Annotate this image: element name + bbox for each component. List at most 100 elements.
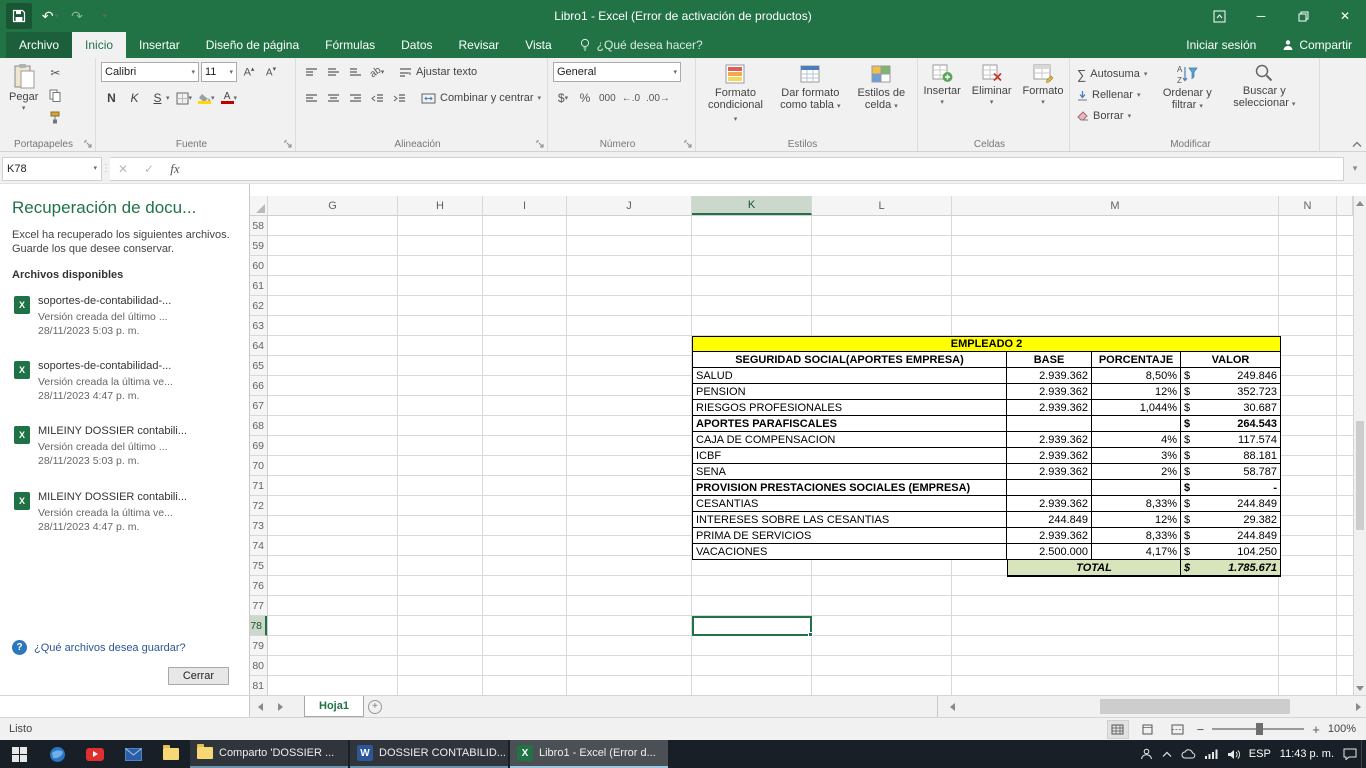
table-cell[interactable]: 1,044%: [1092, 400, 1181, 416]
table-cell[interactable]: 8,50%: [1092, 368, 1181, 384]
table-cell[interactable]: 3%: [1092, 448, 1181, 464]
row-header-60[interactable]: 60: [250, 256, 267, 276]
ribbon-display-options-button[interactable]: [1198, 0, 1240, 32]
start-button[interactable]: [0, 740, 38, 768]
table-cell[interactable]: INTERESES SOBRE LAS CESANTIAS: [692, 512, 1007, 528]
cell-grid[interactable]: EMPLEADO 2 SEGURIDAD SOCIAL(APORTES EMPRE…: [268, 216, 1353, 695]
recovery-file-item[interactable]: Xsoportes-de-contabilidad-... Versión cre…: [12, 356, 237, 407]
copy-button[interactable]: [45, 85, 65, 105]
tab-insertar[interactable]: Insertar: [126, 32, 193, 58]
scroll-up-arrow[interactable]: [1354, 196, 1366, 210]
clock[interactable]: 11:43 p. m.: [1280, 748, 1334, 760]
table-cell[interactable]: [1092, 480, 1181, 496]
enter-button[interactable]: ✓: [136, 156, 162, 181]
table-cell[interactable]: PRIMA DE SERVICIOS: [692, 528, 1007, 544]
table-cell[interactable]: VALOR: [1181, 352, 1281, 368]
table-cell[interactable]: $1.785.671: [1181, 560, 1281, 577]
which-files-link[interactable]: ? ¿Qué archivos desea guardar?: [12, 636, 237, 659]
fill-button[interactable]: Rellenar ▾: [1075, 85, 1149, 105]
table-cell[interactable]: 2.939.362: [1007, 384, 1092, 400]
accounting-format-button[interactable]: $ ▾: [553, 88, 573, 108]
taskbar-app-excel[interactable]: X Libro1 - Excel (Error d...: [510, 740, 668, 768]
table-cell[interactable]: 2.939.362: [1007, 368, 1092, 384]
table-cell[interactable]: 2.939.362: [1007, 528, 1092, 544]
action-center-icon[interactable]: [1343, 748, 1357, 760]
paste-button[interactable]: Pegar ▾: [5, 61, 42, 135]
align-middle-button[interactable]: [323, 62, 343, 82]
recovery-file-item[interactable]: X MILEINY DOSSIER contabili... Versión cre…: [12, 421, 237, 472]
close-button[interactable]: ✕: [1324, 0, 1366, 32]
tab-scroll-splitter[interactable]: [937, 696, 944, 717]
scroll-left-arrow[interactable]: [944, 696, 960, 717]
dialog-launcher-icon[interactable]: [83, 139, 93, 149]
row-header-66[interactable]: 66: [250, 376, 267, 396]
zoom-level[interactable]: 100%: [1328, 723, 1356, 735]
onedrive-cloud-icon[interactable]: [1181, 749, 1196, 759]
horizontal-scrollbar[interactable]: [960, 696, 1350, 717]
find-select-button[interactable]: Buscar y seleccionar ▾: [1225, 61, 1303, 135]
align-top-button[interactable]: [301, 62, 321, 82]
browser-icon[interactable]: [38, 740, 76, 768]
show-desktop-button[interactable]: [1361, 740, 1366, 768]
table-cell[interactable]: TOTAL: [1007, 560, 1181, 577]
table-cell[interactable]: $88.181: [1181, 448, 1281, 464]
column-header-i[interactable]: I: [483, 196, 567, 215]
align-left-button[interactable]: [301, 88, 321, 108]
table-cell[interactable]: $ -: [1181, 480, 1281, 496]
taskbar-app-folder[interactable]: Comparto 'DOSSIER ...: [190, 740, 348, 768]
row-header-75[interactable]: 75: [250, 556, 267, 576]
increase-indent-button[interactable]: [389, 88, 409, 108]
undo-button[interactable]: ↶ ▾: [37, 3, 63, 29]
row-header-72[interactable]: 72: [250, 496, 267, 516]
table-cell[interactable]: $104.250: [1181, 544, 1281, 560]
column-header-l[interactable]: L: [812, 196, 952, 215]
customize-quick-access-button[interactable]: ▾: [91, 3, 117, 29]
row-header-58[interactable]: 58: [250, 216, 267, 236]
table-cell[interactable]: [1092, 416, 1181, 432]
volume-icon[interactable]: [1227, 749, 1240, 760]
column-header-h[interactable]: H: [398, 196, 483, 215]
insert-function-button[interactable]: fx: [162, 156, 188, 181]
vertical-scrollbar[interactable]: [1353, 196, 1366, 695]
dialog-launcher-icon[interactable]: [283, 139, 293, 149]
language-indicator[interactable]: ESP: [1249, 748, 1271, 760]
network-icon[interactable]: [1204, 749, 1218, 759]
orientation-button[interactable]: ab ▾: [367, 62, 387, 82]
scroll-right-arrow[interactable]: [1350, 696, 1366, 717]
table-cell[interactable]: 2.939.362: [1007, 464, 1092, 480]
autosum-button[interactable]: ∑ Autosuma ▾: [1075, 64, 1149, 84]
name-box-splitter[interactable]: ⋮: [101, 157, 111, 181]
formula-input[interactable]: [188, 156, 1344, 181]
table-cell[interactable]: BASE: [1007, 352, 1092, 368]
table-cell[interactable]: $352.723: [1181, 384, 1281, 400]
conditional-formatting-button[interactable]: Formato condicional ▾: [701, 61, 770, 135]
italic-button[interactable]: K: [124, 88, 145, 108]
decrease-decimal-button[interactable]: .00→: [644, 88, 672, 108]
tab-vista[interactable]: Vista: [512, 32, 564, 58]
redo-button[interactable]: ↷: [64, 3, 90, 29]
table-cell[interactable]: 12%: [1092, 512, 1181, 528]
horizontal-scroll-thumb[interactable]: [1100, 699, 1290, 714]
tab-formulas[interactable]: Fórmulas: [312, 32, 388, 58]
table-cell[interactable]: SENA: [692, 464, 1007, 480]
table-cell[interactable]: 2%: [1092, 464, 1181, 480]
underline-button[interactable]: S ▾: [147, 88, 172, 108]
font-color-button[interactable]: A ▾: [219, 88, 240, 108]
tab-diseno-de-pagina[interactable]: Diseño de página: [193, 32, 312, 58]
font-name-select[interactable]: Calibri ▾: [101, 62, 199, 82]
increase-decimal-button[interactable]: ←.0: [620, 88, 642, 108]
column-header-j[interactable]: J: [567, 196, 692, 215]
zoom-slider[interactable]: [1212, 723, 1305, 735]
tab-archivo[interactable]: Archivo: [6, 32, 73, 58]
view-normal-button[interactable]: [1106, 719, 1129, 739]
row-header-59[interactable]: 59: [250, 236, 267, 256]
sign-in-link[interactable]: Iniciar sesión: [1174, 32, 1268, 58]
table-cell[interactable]: PORCENTAJE: [1092, 352, 1181, 368]
row-header-62[interactable]: 62: [250, 296, 267, 316]
comma-style-button[interactable]: 000: [597, 88, 618, 108]
table-cell[interactable]: $30.687: [1181, 400, 1281, 416]
collapse-ribbon-button[interactable]: [1352, 141, 1362, 148]
row-header-65[interactable]: 65: [250, 356, 267, 376]
row-header-61[interactable]: 61: [250, 276, 267, 296]
table-cell[interactable]: $244.849: [1181, 528, 1281, 544]
